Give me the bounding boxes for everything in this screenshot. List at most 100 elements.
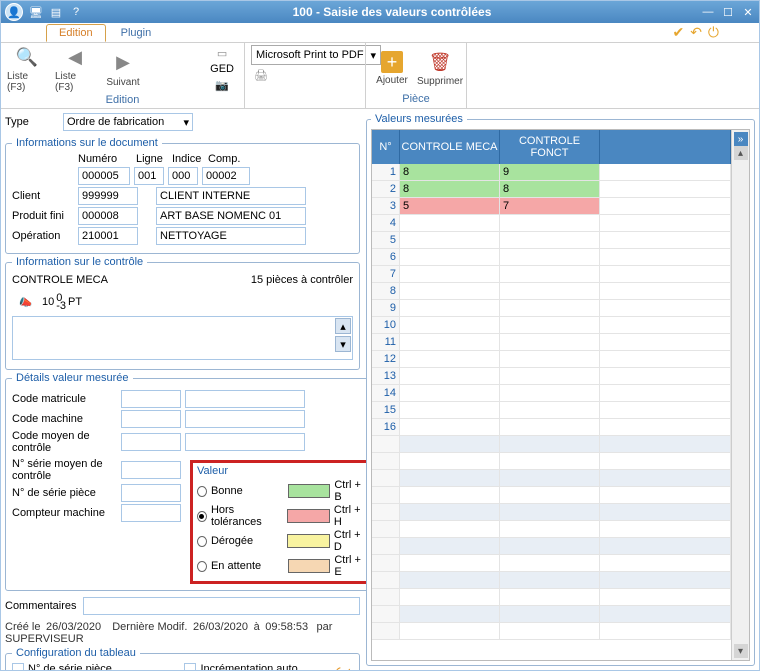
- table-row[interactable]: 15: [372, 402, 731, 419]
- color-swatch: [287, 534, 330, 548]
- client-name-field[interactable]: [156, 187, 306, 205]
- scroll-up-icon[interactable]: ▴: [734, 146, 748, 160]
- comp-field[interactable]: [202, 167, 250, 185]
- table-row[interactable]: 4: [372, 215, 731, 232]
- table-row[interactable]: [372, 504, 731, 521]
- table-row[interactable]: 8: [372, 283, 731, 300]
- checkbox-icon[interactable]: [12, 663, 24, 670]
- table-row[interactable]: 6: [372, 249, 731, 266]
- type-select[interactable]: Ordre de fabrication ▾: [63, 113, 193, 131]
- liste-button[interactable]: 🔍 Liste (F3): [7, 45, 47, 93]
- table-row[interactable]: 11: [372, 334, 731, 351]
- table-row[interactable]: [372, 606, 731, 623]
- table-row[interactable]: [372, 589, 731, 606]
- operation-code-field[interactable]: [78, 227, 138, 245]
- color-swatch: [288, 559, 331, 573]
- n-serie-moyen-field[interactable]: [121, 461, 181, 479]
- ribbon-group-edition-label: Edition: [7, 93, 238, 107]
- numero-field[interactable]: [78, 167, 130, 185]
- produit-code-field[interactable]: [78, 207, 138, 225]
- controle-pieces: 15 pièces à contrôler: [251, 274, 353, 286]
- table-row[interactable]: 5: [372, 232, 731, 249]
- close-icon[interactable]: ✕: [741, 5, 755, 19]
- compteur-field[interactable]: [121, 504, 181, 522]
- controle-notes[interactable]: [12, 316, 353, 360]
- config-legend: Configuration du tableau: [12, 647, 140, 659]
- refresh-icon[interactable]: [332, 664, 351, 670]
- table-row[interactable]: 12: [372, 351, 731, 368]
- ajouter-button[interactable]: + Ajouter: [372, 51, 412, 86]
- ligne-field[interactable]: [134, 167, 164, 185]
- n-serie-piece-field[interactable]: [121, 484, 181, 502]
- printer-select[interactable]: Microsoft Print to PDF ▾: [251, 45, 381, 65]
- comment-field[interactable]: [83, 597, 360, 615]
- radio-icon[interactable]: [197, 511, 207, 522]
- tab-edition[interactable]: Edition: [46, 24, 106, 42]
- produit-name-field[interactable]: [156, 207, 306, 225]
- print-icon[interactable]: 🖨: [251, 67, 271, 83]
- table-row[interactable]: 2 8 8: [372, 181, 731, 198]
- code-moyen-field[interactable]: [121, 433, 181, 451]
- code-moyen-name-field[interactable]: [185, 433, 305, 451]
- table-row[interactable]: [372, 521, 731, 538]
- table-row[interactable]: 13: [372, 368, 731, 385]
- valeur-option-3[interactable]: En attente Ctrl + E: [197, 554, 366, 578]
- table-row[interactable]: [372, 538, 731, 555]
- supprimer-button[interactable]: 🗑 Supprimer: [420, 50, 460, 87]
- scroll-up-button[interactable]: ▴: [335, 318, 351, 334]
- code-matricule-name-field[interactable]: [185, 390, 305, 408]
- validate-icon[interactable]: ✔: [672, 24, 684, 41]
- table-row[interactable]: 7: [372, 266, 731, 283]
- avatar-icon[interactable]: 👤: [5, 3, 23, 21]
- code-machine-field[interactable]: [121, 410, 181, 428]
- indice-field[interactable]: [168, 167, 198, 185]
- suivant-button[interactable]: ▶ Suivant: [103, 51, 143, 88]
- details-legend: Détails valeur mesurée: [12, 372, 133, 384]
- table-scrollbar[interactable]: » ▴ ▾: [731, 130, 749, 660]
- scroll-down-button[interactable]: ▾: [335, 336, 351, 352]
- table-row[interactable]: [372, 572, 731, 589]
- expand-col-icon[interactable]: »: [734, 132, 748, 146]
- table-row[interactable]: 3 5 7: [372, 198, 731, 215]
- maximize-icon[interactable]: ☐: [721, 5, 735, 19]
- undo-icon[interactable]: ↶: [690, 24, 702, 41]
- operation-name-field[interactable]: [156, 227, 306, 245]
- scroll-down-icon[interactable]: ▾: [734, 644, 748, 658]
- valeur-option-2[interactable]: Dérogée Ctrl + D: [197, 529, 366, 553]
- table-row[interactable]: [372, 453, 731, 470]
- radio-icon[interactable]: [197, 561, 207, 572]
- table-row[interactable]: [372, 436, 731, 453]
- table-row[interactable]: 16: [372, 419, 731, 436]
- window-title: 100 - Saisie des valeurs contrôlées: [83, 5, 701, 19]
- code-machine-name-field[interactable]: [185, 410, 305, 428]
- help-icon[interactable]: ?: [69, 5, 83, 19]
- table-row[interactable]: 1 8 9: [372, 164, 731, 181]
- power-icon[interactable]: ⏻: [708, 24, 719, 41]
- radio-icon[interactable]: [197, 536, 207, 547]
- table-row[interactable]: [372, 623, 731, 640]
- table-row[interactable]: [372, 470, 731, 487]
- minimize-icon[interactable]: —: [701, 5, 715, 19]
- valeur-option-1[interactable]: Hors tolérances Ctrl + H: [197, 504, 366, 528]
- table-row[interactable]: 14: [372, 385, 731, 402]
- controle-formula: 📣 10 0 -3 PT: [12, 290, 353, 314]
- layers-icon[interactable]: ▤: [49, 5, 63, 19]
- camera-icon[interactable]: 📷: [212, 77, 232, 93]
- table-row[interactable]: 9: [372, 300, 731, 317]
- config-check-2-0[interactable]: Incrémentation auto.: [184, 663, 300, 670]
- config-check-1-0[interactable]: N° de série pièce: [12, 663, 164, 670]
- ged-icon[interactable]: ▭: [212, 45, 232, 61]
- client-code-field[interactable]: [78, 187, 138, 205]
- search-icon: 🔍: [15, 45, 39, 69]
- radio-icon[interactable]: [197, 486, 207, 497]
- checkbox-icon[interactable]: [184, 663, 196, 670]
- valeur-option-0[interactable]: Bonne Ctrl + B: [197, 479, 366, 503]
- monitor-icon[interactable]: 🖥: [29, 5, 43, 19]
- liste-prev-button[interactable]: ◀ Liste (F3): [55, 45, 95, 93]
- table-row[interactable]: [372, 487, 731, 504]
- controle-name: CONTROLE MECA: [12, 274, 108, 286]
- table-row[interactable]: 10: [372, 317, 731, 334]
- code-matricule-field[interactable]: [121, 390, 181, 408]
- table-row[interactable]: [372, 555, 731, 572]
- tab-plugin[interactable]: Plugin: [108, 24, 165, 42]
